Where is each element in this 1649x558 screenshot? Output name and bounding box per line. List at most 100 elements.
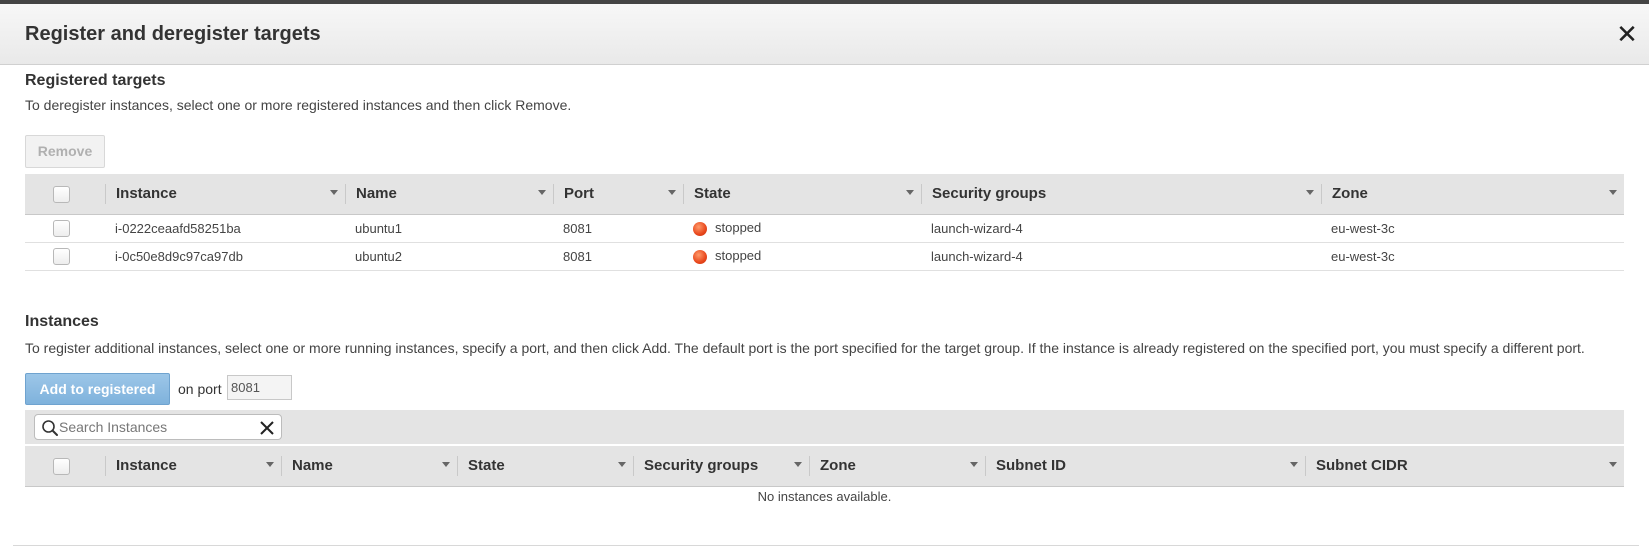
column-separator: [921, 184, 922, 204]
port-input[interactable]: [227, 375, 292, 400]
sort-caret-icon[interactable]: [618, 462, 626, 467]
column-label: Instance: [116, 185, 177, 203]
column-separator: [683, 184, 684, 204]
sort-caret-icon[interactable]: [1609, 190, 1617, 195]
column-label: Port: [564, 185, 594, 203]
registered-targets-heading: Registered targets: [25, 72, 166, 89]
search-box[interactable]: [34, 414, 282, 440]
column-label: Name: [292, 457, 333, 475]
checkbox[interactable]: [53, 457, 70, 475]
sort-caret-icon[interactable]: [266, 462, 274, 467]
state-label: stopped: [715, 248, 762, 264]
column-label: Subnet CIDR: [1316, 457, 1408, 475]
instance-id: i-0222ceaafd58251ba: [105, 214, 345, 243]
row-checkbox[interactable]: [53, 219, 70, 237]
instance-port: 8081: [553, 242, 683, 271]
select-all-registered[interactable]: [25, 174, 105, 215]
column-label: Zone: [820, 457, 856, 475]
column-separator: [809, 456, 810, 476]
instance-security-groups: launch-wizard-4: [921, 214, 1321, 243]
column-label: State: [694, 185, 731, 203]
column-header-instance[interactable]: Instance: [105, 446, 281, 487]
modal-title: Register and deregister targets: [25, 23, 321, 45]
column-label: Zone: [1332, 185, 1368, 203]
status-dot-icon: [693, 249, 707, 264]
column-label: Security groups: [932, 185, 1047, 203]
column-label: Instance: [116, 457, 177, 475]
column-label: Subnet ID: [996, 457, 1066, 475]
select-all-instances[interactable]: [25, 446, 105, 487]
instance-state: stopped: [683, 214, 921, 243]
row-select-cell: [25, 214, 105, 243]
column-separator: [985, 456, 986, 476]
column-separator: [1321, 184, 1322, 204]
column-label: State: [468, 457, 505, 475]
column-header-subnet-id[interactable]: Subnet ID: [985, 446, 1305, 487]
sort-caret-icon[interactable]: [1306, 190, 1314, 195]
instance-zone: eu-west-3c: [1321, 214, 1624, 243]
column-header-port[interactable]: Port: [553, 174, 683, 215]
column-label: Name: [356, 185, 397, 203]
instances-table: Instance Name State Security groups Zone…: [25, 446, 1624, 487]
instance-state: stopped: [683, 242, 921, 271]
search-input[interactable]: [59, 417, 249, 437]
column-separator: [105, 184, 106, 204]
status-dot-icon: [693, 221, 707, 236]
sort-caret-icon[interactable]: [538, 190, 546, 195]
instances-heading: Instances: [25, 313, 99, 330]
row-select-cell: [25, 242, 105, 271]
column-separator: [633, 456, 634, 476]
sort-caret-icon[interactable]: [1290, 462, 1298, 467]
column-separator: [553, 184, 554, 204]
row-checkbox[interactable]: [53, 247, 70, 265]
column-header-name[interactable]: Name: [345, 174, 553, 215]
column-separator: [345, 184, 346, 204]
state-label: stopped: [715, 220, 762, 236]
add-to-registered-button[interactable]: Add to registered: [25, 373, 170, 405]
modal-header: Register and deregister targets ✕: [0, 4, 1649, 65]
instance-name: ubuntu1: [345, 214, 553, 243]
column-separator: [105, 456, 106, 476]
registered-targets-table: Instance Name Port State Security groups…: [25, 174, 1624, 271]
column-header-state[interactable]: State: [683, 174, 921, 215]
column-label: Security groups: [644, 457, 759, 475]
sort-caret-icon[interactable]: [668, 190, 676, 195]
sort-caret-icon[interactable]: [442, 462, 450, 467]
instance-port: 8081: [553, 214, 683, 243]
column-separator: [457, 456, 458, 476]
registered-targets-description: To deregister instances, select one or m…: [25, 97, 572, 113]
clear-search-icon[interactable]: [259, 420, 275, 436]
instances-description: To register additional instances, select…: [25, 340, 1585, 356]
sort-caret-icon[interactable]: [794, 462, 802, 467]
sort-caret-icon[interactable]: [970, 462, 978, 467]
instances-header-row: Instance Name State Security groups Zone…: [25, 446, 1624, 487]
close-icon[interactable]: ✕: [1615, 22, 1639, 48]
instance-zone: eu-west-3c: [1321, 242, 1624, 271]
table-row[interactable]: i-0c50e8d9c97ca97db ubuntu2 8081 stopped…: [25, 242, 1624, 271]
instance-name: ubuntu2: [345, 242, 553, 271]
port-label: on port: [178, 381, 222, 397]
registered-header-row: Instance Name Port State Security groups…: [25, 174, 1624, 215]
checkbox[interactable]: [53, 185, 70, 203]
instance-security-groups: launch-wizard-4: [921, 242, 1321, 271]
sort-caret-icon[interactable]: [330, 190, 338, 195]
column-header-security-groups[interactable]: Security groups: [633, 446, 809, 487]
sort-caret-icon[interactable]: [906, 190, 914, 195]
column-header-security-groups[interactable]: Security groups: [921, 174, 1321, 215]
column-separator: [1305, 456, 1306, 476]
column-header-instance[interactable]: Instance: [105, 174, 345, 215]
column-header-subnet-cidr[interactable]: Subnet CIDR: [1305, 446, 1624, 487]
remove-button[interactable]: Remove: [25, 135, 105, 168]
column-header-zone[interactable]: Zone: [809, 446, 985, 487]
sort-caret-icon[interactable]: [1609, 462, 1617, 467]
divider: [13, 545, 1639, 546]
column-header-zone[interactable]: Zone: [1321, 174, 1624, 215]
table-row[interactable]: i-0222ceaafd58251ba ubuntu1 8081 stopped…: [25, 214, 1624, 243]
search-icon: [42, 420, 58, 436]
column-header-name[interactable]: Name: [281, 446, 457, 487]
column-header-state[interactable]: State: [457, 446, 633, 487]
column-separator: [281, 456, 282, 476]
empty-state-message: No instances available.: [757, 489, 892, 504]
search-toolbar: [25, 410, 1624, 444]
instance-id: i-0c50e8d9c97ca97db: [105, 242, 345, 271]
